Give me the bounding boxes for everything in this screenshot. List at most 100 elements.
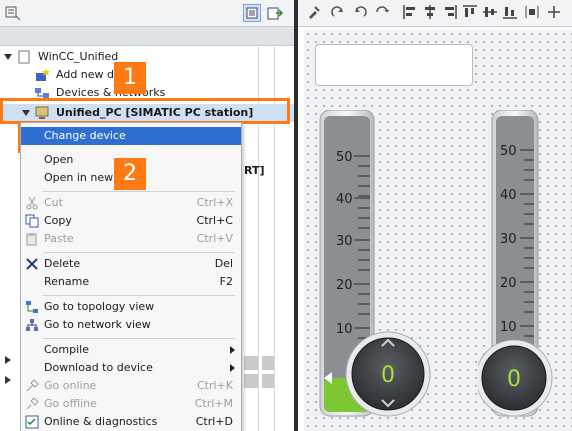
expand-arrow-icon[interactable] <box>4 53 12 61</box>
menu-item-shortcut: Del <box>214 257 233 270</box>
align-bottom-icon[interactable] <box>502 4 518 20</box>
bar-gauge-2[interactable]: 50 40 30 20 10 0 <box>478 110 572 420</box>
detail-view-icon[interactable] <box>243 4 261 22</box>
menu-item-shortcut: Ctrl+D <box>195 415 233 428</box>
menu-separator <box>43 191 235 192</box>
menu-item-label: Open in new <box>44 171 114 184</box>
gauge-scale-label: 50 <box>500 144 517 159</box>
network-icon <box>26 319 38 331</box>
menu-item-shortcut: Ctrl+X <box>196 196 233 209</box>
collapse-tree-icon[interactable] <box>4 4 22 22</box>
step-callout-2: 2 <box>114 158 146 190</box>
align-right-icon[interactable] <box>442 4 458 20</box>
menu-item-change-device[interactable]: Change device <box>21 127 241 145</box>
project-file-icon <box>18 50 30 64</box>
gauge-scale-label: 10 <box>500 320 517 335</box>
rotate-right-icon[interactable] <box>330 4 346 20</box>
menu-item-delete[interactable]: Delete Del <box>21 255 241 273</box>
menu-item-label: Compile <box>44 343 89 356</box>
export-icon[interactable] <box>266 4 284 22</box>
menu-item-topology-view[interactable]: Go to topology view <box>21 298 241 316</box>
bar-gauge-1[interactable]: 50 40 30 20 10 0 <box>318 110 436 420</box>
menu-item-label: Open <box>44 153 74 166</box>
menu-item-label: Go to network view <box>44 318 151 331</box>
menu-item-network-view[interactable]: Go to network view <box>21 316 241 334</box>
tree-item-project-root[interactable]: WinCC_Unified <box>0 48 294 66</box>
diagnostics-icon <box>25 415 39 429</box>
menu-item-shortcut: Ctrl+C <box>196 214 233 227</box>
menu-item-label: Go online <box>44 379 97 392</box>
menu-separator <box>43 252 235 253</box>
gauge-scale-label: 40 <box>500 188 517 203</box>
menu-item-download-to-device[interactable]: Download to device <box>21 359 241 377</box>
column-text: RT] <box>244 164 265 177</box>
distribute-horizontal-icon[interactable] <box>524 4 540 20</box>
grid-cell <box>262 356 274 370</box>
menu-item-copy[interactable]: Copy Ctrl+C <box>21 212 241 230</box>
menu-item-paste[interactable]: Paste Ctrl+V <box>21 230 241 248</box>
submenu-arrow-icon <box>230 364 235 372</box>
gauge-value: 0 <box>381 363 395 388</box>
tree-item-label: WinCC_Unified <box>38 50 119 63</box>
copy-icon <box>25 214 39 228</box>
go-online-icon <box>26 379 39 392</box>
io-field[interactable] <box>315 44 473 86</box>
scissors-icon <box>26 196 38 210</box>
distribute-more-icon[interactable] <box>546 4 562 20</box>
align-toolbar <box>298 0 572 27</box>
gauge-scale-label: 30 <box>336 234 353 249</box>
collapsed-arrow-icon[interactable] <box>4 376 12 384</box>
rotate-left-icon[interactable] <box>352 4 368 20</box>
menu-item-label: Cut <box>44 196 63 209</box>
topology-icon <box>26 301 38 313</box>
gauge-scale-label: 20 <box>500 276 517 291</box>
project-tree-toolbar <box>0 0 294 27</box>
paste-icon <box>26 233 37 246</box>
menu-separator <box>43 338 235 339</box>
tree-item-label: Add new d <box>56 68 115 81</box>
menu-item-label: Delete <box>44 257 81 270</box>
menu-separator <box>43 295 235 296</box>
menu-item-go-offline[interactable]: Go offline Ctrl+M <box>21 395 241 413</box>
gauge-scale-label: 10 <box>336 322 353 337</box>
grid-cell <box>244 374 258 388</box>
menu-item-rename[interactable]: Rename F2 <box>21 273 241 291</box>
menu-item-label: Change device <box>44 129 126 142</box>
flip-icon[interactable] <box>374 4 390 20</box>
menu-item-online-diagnostics[interactable]: Online & diagnostics Ctrl+D <box>21 413 241 431</box>
menu-item-go-online[interactable]: Go online Ctrl+K <box>21 377 241 395</box>
menu-item-label: Copy <box>44 214 72 227</box>
menu-item-label: Rename <box>44 275 90 288</box>
grid-cell <box>262 374 274 388</box>
grid-cell <box>244 356 258 370</box>
menu-item-label: Paste <box>44 232 74 245</box>
menu-item-shortcut: Ctrl+V <box>196 232 233 245</box>
menu-item-label: Go offline <box>44 397 97 410</box>
align-center-icon[interactable] <box>422 4 438 20</box>
menu-item-label: Go to topology view <box>44 300 155 313</box>
menu-item-label: Download to device <box>44 361 153 374</box>
align-middle-icon[interactable] <box>482 4 498 20</box>
add-device-icon <box>36 68 50 81</box>
align-top-icon[interactable] <box>462 4 478 20</box>
gauge-scale-label: 40 <box>336 192 353 207</box>
gauge-scale-label: 20 <box>336 278 353 293</box>
gauge-scale-label: 50 <box>336 150 353 165</box>
collapsed-arrow-icon[interactable] <box>4 356 12 364</box>
gauge-value: 0 <box>507 367 521 392</box>
menu-item-shortcut: Ctrl+K <box>196 379 233 392</box>
delete-x-icon <box>26 258 38 270</box>
format-painter-icon[interactable] <box>306 4 322 20</box>
screen-editor-pane: 50 40 30 20 10 0 50 40 30 20 10 0 <box>298 0 572 431</box>
menu-item-shortcut: Ctrl+M <box>194 397 233 410</box>
project-tree-pane: WinCC_Unified Add new d Devices & networ… <box>0 0 294 431</box>
tree-item-add-device[interactable]: Add new d <box>0 66 294 84</box>
tree-column-header <box>0 27 294 46</box>
gauge-scale-label: 30 <box>500 232 517 247</box>
menu-item-compile[interactable]: Compile <box>21 341 241 359</box>
menu-item-cut[interactable]: Cut Ctrl+X <box>21 194 241 212</box>
menu-item-shortcut: F2 <box>219 275 233 288</box>
align-left-icon[interactable] <box>402 4 418 20</box>
go-offline-icon <box>26 397 39 410</box>
step-callout-1: 1 <box>114 62 146 94</box>
